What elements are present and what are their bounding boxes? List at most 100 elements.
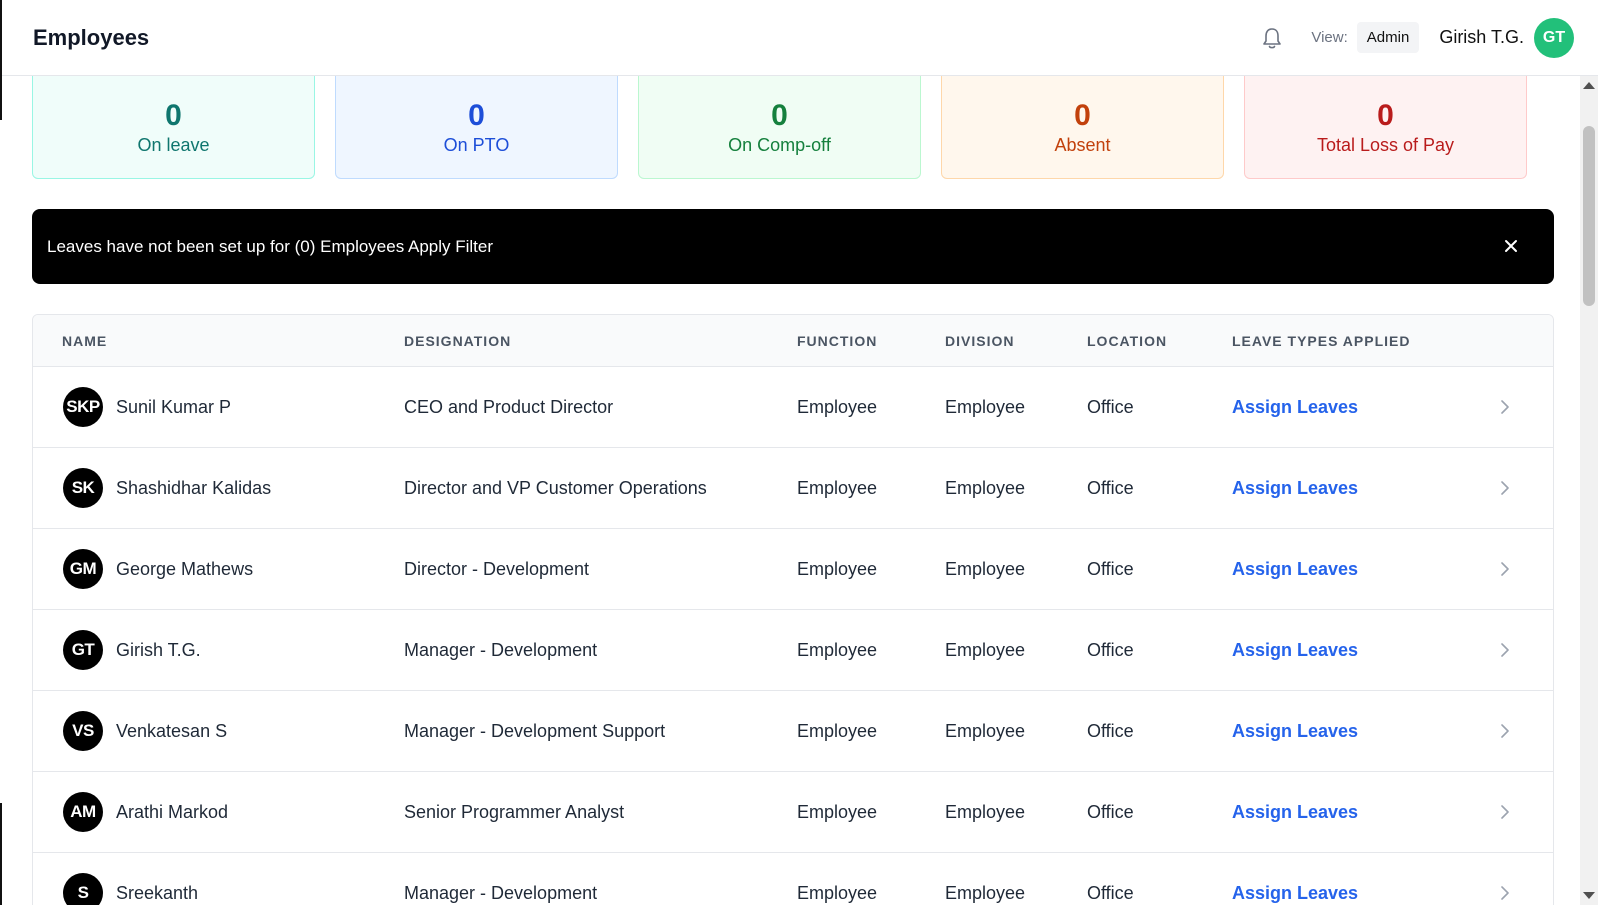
avatar[interactable]: GT (1534, 17, 1574, 58)
cell-location: Office (1087, 478, 1134, 498)
avatar: VS (63, 711, 103, 751)
table-header: NAME DESIGNATION FUNCTION DIVISION LOCAT… (33, 315, 1553, 367)
chevron-right-icon[interactable] (1497, 721, 1513, 741)
assign-leaves-link[interactable]: Assign Leaves (1232, 397, 1358, 418)
cell-designation: Senior Programmer Analyst (404, 802, 625, 822)
stat-card-on-pto[interactable]: 0 On PTO (335, 62, 618, 179)
assign-leaves-link[interactable]: Assign Leaves (1232, 802, 1358, 823)
stat-value: 0 (1074, 99, 1091, 132)
stat-card-on-leave[interactable]: 0 On leave (32, 62, 315, 179)
avatar: S (63, 873, 103, 905)
table-row[interactable]: GM George Mathews Director - Development Em… (33, 529, 1553, 610)
cell-division: Employee (945, 397, 1026, 417)
cell-function: Employee (797, 478, 878, 498)
scrollbar-thumb[interactable] (1583, 126, 1595, 306)
chevron-right-icon[interactable] (1497, 802, 1513, 822)
cell-name: Shashidhar Kalidas (116, 478, 272, 498)
view-role-selector[interactable]: Admin (1356, 22, 1420, 53)
table-body: SKP Sunil Kumar P CEO and Product Director… (33, 367, 1553, 905)
cell-name: Girish T.G. (116, 640, 201, 660)
column-header-name[interactable]: NAME (62, 333, 107, 349)
cell-location: Office (1087, 883, 1134, 903)
stat-label: On Comp-off (728, 135, 831, 155)
table-row[interactable]: S Sreekanth Manager - Development Employee E… (33, 853, 1553, 905)
cell-name: Sreekanth (116, 883, 199, 903)
stats-cards: 0 On leave 0 On PTO 0 On Comp-off 0 Abse… (32, 62, 1527, 179)
column-header-division[interactable]: DIVISION (945, 333, 1014, 349)
cell-designation: Manager - Development (404, 640, 598, 660)
table-row[interactable]: AM Arathi Markod Senior Programmer Analyst… (33, 772, 1553, 853)
avatar: GM (63, 549, 103, 589)
cell-location: Office (1087, 397, 1134, 417)
assign-leaves-link[interactable]: Assign Leaves (1232, 640, 1358, 661)
main-content: 0 On leave 0 On PTO 0 On Comp-off 0 Abse… (0, 0, 1580, 905)
column-header-location[interactable]: LOCATION (1087, 333, 1167, 349)
table-row[interactable]: SKP Sunil Kumar P CEO and Product Director… (33, 367, 1553, 448)
cell-name: Sunil Kumar P (116, 397, 232, 417)
chevron-right-icon[interactable] (1497, 397, 1513, 417)
top-header: Employees View: Admin Girish T.G. GT (2, 0, 1598, 76)
stat-value: 0 (165, 99, 182, 132)
cell-location: Office (1087, 640, 1134, 660)
stat-value: 0 (771, 99, 788, 132)
cell-designation: Manager - Development (404, 883, 598, 903)
header-right: View: Admin Girish T.G. GT (1259, 0, 1574, 76)
user-name[interactable]: Girish T.G. (1439, 27, 1524, 48)
table-row[interactable]: SK Shashidhar Kalidas Director and VP Cust… (33, 448, 1553, 529)
assign-leaves-link[interactable]: Assign Leaves (1232, 478, 1358, 499)
cell-location: Office (1087, 721, 1134, 741)
assign-leaves-link[interactable]: Assign Leaves (1232, 559, 1358, 580)
cell-name: Arathi Markod (116, 802, 229, 822)
avatar: GT (63, 630, 103, 670)
column-header-function[interactable]: FUNCTION (797, 333, 877, 349)
assign-leaves-link[interactable]: Assign Leaves (1232, 883, 1358, 904)
cell-division: Employee (945, 640, 1026, 660)
cell-function: Employee (797, 559, 878, 579)
scroll-down-icon[interactable] (1583, 892, 1595, 899)
table-row[interactable]: VS Venkatesan S Manager - Development Supp… (33, 691, 1553, 772)
view-label: View: (1311, 29, 1348, 46)
column-header-designation[interactable]: DESIGNATION (404, 333, 511, 349)
close-icon[interactable] (1498, 233, 1524, 259)
stat-label: Total Loss of Pay (1316, 135, 1455, 155)
scrollbar[interactable] (1580, 76, 1598, 905)
cell-division: Employee (945, 559, 1026, 579)
leaves-setup-banner: Leaves have not been set up for (0) Empl… (32, 209, 1554, 284)
cell-division: Employee (945, 802, 1026, 822)
avatar: SKP (63, 387, 103, 427)
avatar: AM (63, 792, 103, 832)
cell-division: Employee (945, 883, 1026, 903)
scroll-up-icon[interactable] (1583, 82, 1595, 89)
stat-card-total-loss-of-pay[interactable]: 0 Total Loss of Pay (1244, 62, 1527, 179)
stat-card-on-comp-off[interactable]: 0 On Comp-off (638, 62, 921, 179)
cell-division: Employee (945, 721, 1026, 741)
bell-icon[interactable] (1259, 25, 1285, 51)
assign-leaves-link[interactable]: Assign Leaves (1232, 721, 1358, 742)
chevron-right-icon[interactable] (1497, 883, 1513, 903)
cell-designation: Director and VP Customer Operations (404, 478, 707, 498)
stat-value: 0 (468, 99, 485, 132)
chevron-right-icon[interactable] (1497, 559, 1513, 579)
stat-label: On PTO (443, 135, 510, 155)
cell-function: Employee (797, 397, 878, 417)
page-title: Employees (33, 24, 150, 50)
cell-name: George Mathews (116, 559, 254, 579)
stat-card-absent[interactable]: 0 Absent (941, 62, 1224, 179)
avatar: SK (63, 468, 103, 508)
cell-function: Employee (797, 721, 878, 741)
stat-value: 0 (1377, 99, 1394, 132)
cell-location: Office (1087, 559, 1134, 579)
table-row[interactable]: GT Girish T.G. Manager - Development Employ… (33, 610, 1553, 691)
stat-label: Absent (1054, 135, 1111, 155)
cell-designation: Director - Development (404, 559, 590, 579)
chevron-right-icon[interactable] (1497, 478, 1513, 498)
cell-designation: CEO and Product Director (404, 397, 614, 417)
cell-designation: Manager - Development Support (404, 721, 666, 741)
chevron-right-icon[interactable] (1497, 640, 1513, 660)
column-header-leave-types: LEAVE TYPES APPLIED (1232, 333, 1411, 349)
banner-text: Leaves have not been set up for (0) Empl… (47, 236, 494, 256)
cell-function: Employee (797, 802, 878, 822)
stat-label: On leave (137, 135, 210, 155)
cell-division: Employee (945, 478, 1026, 498)
cell-function: Employee (797, 640, 878, 660)
